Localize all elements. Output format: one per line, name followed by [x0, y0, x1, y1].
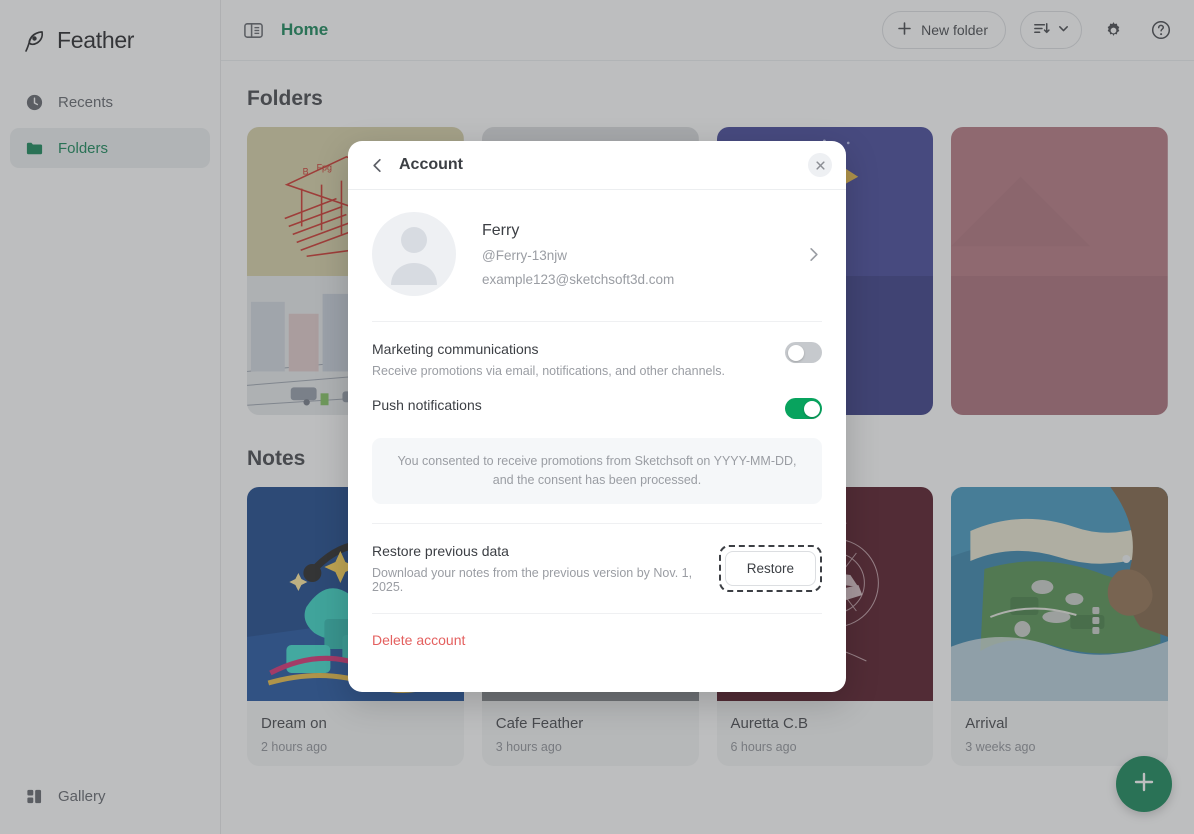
restore-label: Restore previous data — [372, 542, 509, 559]
setting-row-marketing: Marketing communications Receive promoti… — [372, 322, 822, 380]
close-icon[interactable] — [808, 153, 832, 177]
restore-button[interactable]: Restore — [724, 550, 816, 586]
account-modal: Account Ferry @Ferry-13njw example123@sk… — [348, 141, 846, 692]
chevron-right-icon[interactable] — [805, 246, 822, 263]
marketing-communications-toggle[interactable] — [785, 342, 822, 363]
modal-body: Ferry @Ferry-13njw example123@sketchsoft… — [348, 190, 846, 692]
setting-text: Push notifications — [372, 397, 785, 413]
account-profile-row[interactable]: Ferry @Ferry-13njw example123@sketchsoft… — [372, 190, 822, 322]
modal-title: Account — [399, 156, 463, 173]
account-info: Ferry @Ferry-13njw example123@sketchsoft… — [482, 222, 805, 287]
toggle-knob — [787, 344, 804, 361]
modal-header: Account — [348, 141, 846, 190]
delete-account-link[interactable]: Delete account — [372, 632, 465, 648]
setting-label: Marketing communications — [372, 341, 539, 357]
push-notifications-toggle[interactable] — [785, 398, 822, 419]
restore-button-focus-ring: Restore — [718, 544, 822, 592]
chevron-left-icon[interactable] — [364, 152, 390, 178]
delete-account-row: Delete account — [372, 614, 822, 650]
setting-description: Receive promotions via email, notificati… — [372, 364, 725, 378]
restore-text: Restore previous data Download your note… — [372, 543, 719, 594]
setting-row-push: Push notifications — [372, 380, 822, 421]
restore-row: Restore previous data Download your note… — [372, 524, 822, 613]
restore-description: Download your notes from the previous ve… — [372, 565, 693, 594]
setting-text: Marketing communications Receive promoti… — [372, 341, 785, 378]
account-name: Ferry — [482, 221, 520, 239]
account-handle: @Ferry-13njw — [482, 247, 567, 263]
consent-note: You consented to receive promotions from… — [372, 438, 822, 504]
toggle-knob — [803, 400, 820, 417]
person-avatar-icon — [372, 212, 456, 296]
setting-label: Push notifications — [372, 397, 482, 413]
avatar — [372, 212, 456, 296]
account-email: example123@sketchsoft3d.com — [482, 271, 675, 287]
